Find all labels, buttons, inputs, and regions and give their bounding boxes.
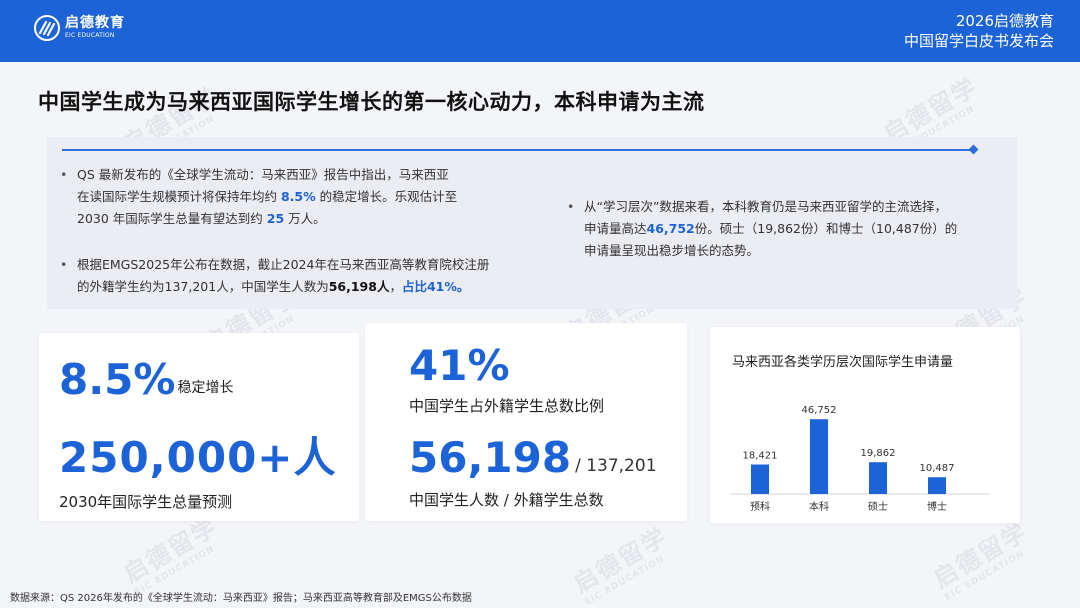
data-label-2: 19,862 [861,448,896,459]
bullet-dot: • [60,257,68,272]
bullet-line: 的外籍学生约为137,201人，中国学生人数为56,198人，占比41%。 [77,276,547,298]
bar-3 [928,477,946,494]
bullet-line: 2030 年国际学生总量有望达到约 25 万人。 [77,208,537,230]
stat-card-china: 41% 中国学生占外籍学生总数比例 56,198 / 137,201 中国学生人… [365,323,687,521]
panel-divider-line [62,149,972,151]
event-title-line2: 中国留学白皮书发布会 [903,32,1054,50]
brand-logo[interactable]: 启德教育 EIC EDUCATION [34,15,125,41]
data-label-0: 18,421 [743,451,778,462]
highlight-bachelor: 46,752 [646,221,695,236]
text: 份。硕士（19,862份）和博士（10,487份）的 [694,221,958,236]
event-title-line1: 2026启德教育 [955,12,1054,30]
event-title: 2026启德教育 中国留学白皮书发布会 [904,11,1054,51]
count-value: 56,198 [409,433,572,482]
category-label-0: 预科 [750,500,770,513]
bullet-qs-report: • QS 最新发布的《全球学生流动：马来西亚》报告中指出，马来西亚 在读国际学生… [60,164,537,230]
highlight-total: 25 [266,211,285,226]
brand-name-en: EIC EDUCATION [65,32,115,39]
bar-2 [869,462,887,494]
brand-logo-icon [34,15,60,41]
data-label-1: 46,752 [802,405,837,416]
highlight-share: 占比41%。 [401,279,470,294]
count-label: 中国学生人数 / 外籍学生总数 [409,491,604,509]
header-bar: 启德教育 EIC EDUCATION 2026启德教育 中国留学白皮书发布会 [0,0,1080,62]
share-value: 41% [409,341,510,390]
growth-stat: 8.5% 稳定增长 [59,357,233,403]
bar-0 [751,464,769,494]
bullet-study-level: • 从“学习层次”数据来看，本科教育仍是马来西亚留学的主流选择， 申请量高达46… [567,196,1004,262]
watermark-text: 启德留学 [928,517,1033,594]
text: ， [389,279,402,294]
stat-card-growth: 8.5% 稳定增长 250,000+人 2030年国际学生总量预测 [39,333,359,521]
category-label-2: 硕士 [868,500,888,513]
text: 2030 年国际学生总量有望达到约 [77,211,267,226]
bullet-line: 在读国际学生规模预计将保持年均约 8.5% 的稳定增长。乐观估计至 [77,186,537,208]
bar-1 [810,419,828,494]
bullet-line: 申请量呈现出稳步增长的态势。 [584,243,760,258]
text: 万人。 [284,211,326,226]
total-value: 250,000+人 [59,433,337,482]
bullet-dot: • [60,167,68,182]
bullet-line: 从“学习层次”数据来看，本科教育仍是马来西亚留学的主流选择， [584,199,947,214]
watermark-text-en: EIC EDUCATION [583,553,667,608]
category-label-3: 博士 [927,500,947,513]
bullet-line: QS 最新发布的《全球学生流动：马来西亚》报告中指出，马来西亚 [77,167,449,182]
bullet-line: 申请量高达46,752份。硕士（19,862份）和博士（10,487份）的 [584,218,1004,240]
text: 的稳定增长。乐观估计至 [315,189,458,204]
brand-name-cn: 启德教育 [65,15,125,31]
watermark: 启德留学EIC EDUCATION [566,517,679,608]
growth-value: 8.5% [59,355,176,404]
data-source-footer: 数据来源：QS 2026年发布的《全球学生流动：马来西亚》报告；马来西亚高等教育… [10,593,472,604]
watermark-text: 启德留学 [118,512,223,589]
total-label: 2030年国际学生总量预测 [59,493,233,511]
highlight-growth: 8.5% [280,189,316,204]
page-title: 中国学生成为马来西亚国际学生增长的第一核心动力，本科申请为主流 [38,90,705,114]
data-label-3: 10,487 [920,463,955,474]
bullet-line: 根据EMGS2025年公布在数据，截止2024年在马来西亚高等教育院校注册 [77,257,490,272]
text: 申请量高达 [584,221,647,236]
bar-chart: 18,421 预科 46,752 本科 19,862 硕士 10,487 博士 [730,405,990,513]
count-total: / 137,201 [575,456,657,476]
share-label: 中国学生占外籍学生总数比例 [409,397,605,415]
count-stat: 56,198 / 137,201 [409,435,657,481]
chart-title: 马来西亚各类学历层次国际学生申请量 [732,355,954,370]
bullet-dot: • [567,199,575,214]
category-label-1: 本科 [809,500,829,513]
watermark-text: 启德留学 [568,522,673,599]
text: 在读国际学生规模预计将保持年均约 [77,189,281,204]
watermark-text-en: EIC EDUCATION [943,548,1027,603]
text: 的外籍学生约为137,201人，中国学生人数为 [77,279,329,294]
growth-label: 稳定增长 [177,380,234,396]
watermark: 启德留学EIC EDUCATION [926,512,1039,603]
bullet-emgs-data: • 根据EMGS2025年公布在数据，截止2024年在马来西亚高等教育院校注册 … [60,254,547,298]
bold-count: 56,198人 [328,279,390,294]
